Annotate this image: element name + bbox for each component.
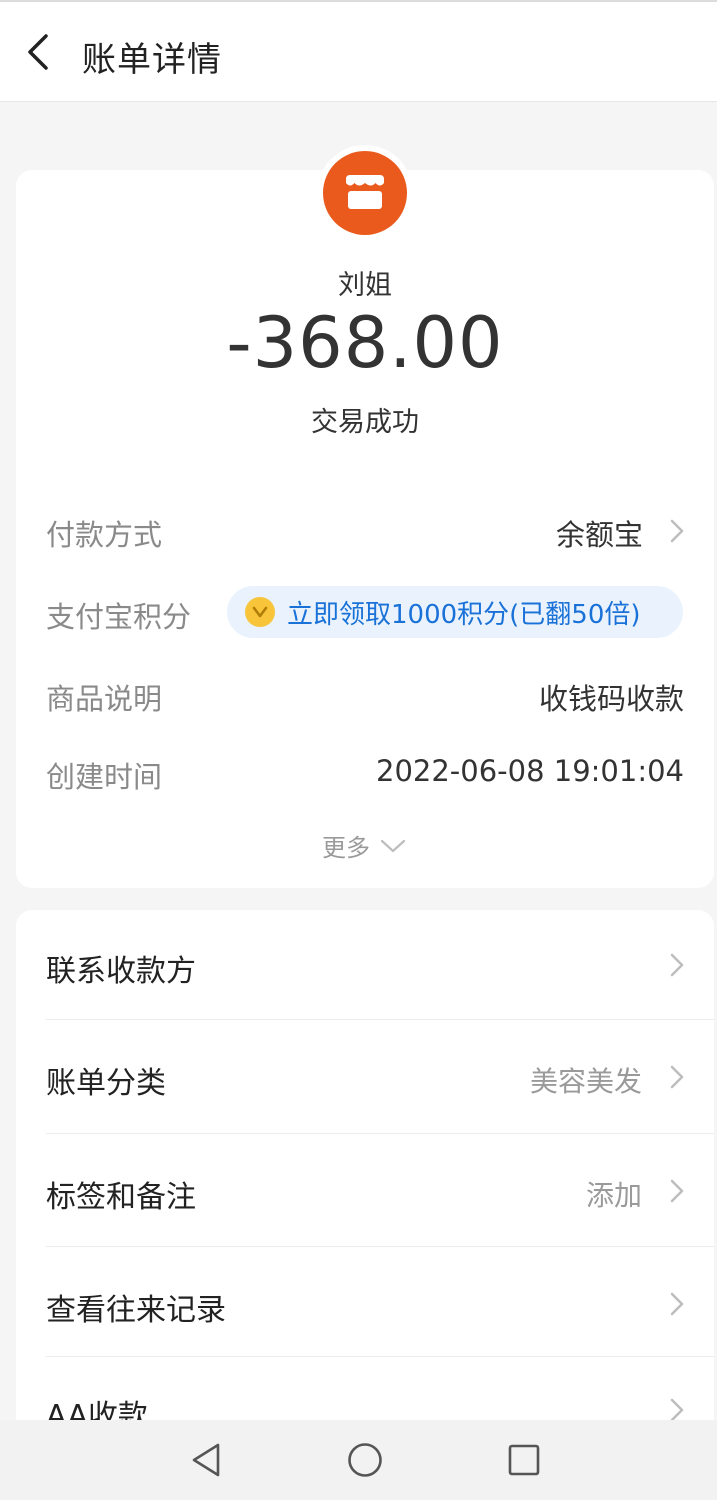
nav-back-button[interactable] <box>184 1438 228 1482</box>
back-button[interactable] <box>14 26 62 78</box>
merchant-avatar <box>323 151 407 235</box>
points-claim-text: 立即领取1000积分(已翻50倍) <box>287 599 641 630</box>
chevron-right-icon[interactable] <box>666 518 688 544</box>
contact-payee-row[interactable]: 联系收款方 <box>16 910 714 1020</box>
action-label: 标签和备注 <box>46 1180 196 1215</box>
chevron-down-icon <box>380 839 406 852</box>
more-toggle[interactable]: 更多 <box>322 828 408 863</box>
created-time-label: 创建时间 <box>46 760 163 794</box>
points-claim-pill[interactable]: 立即领取1000积分(已翻50倍) <box>227 586 683 638</box>
chevron-right-icon <box>670 953 684 977</box>
circle-home-icon <box>348 1443 382 1477</box>
square-recent-icon <box>508 1444 540 1476</box>
bill-category-row[interactable]: 账单分类 美容美发 <box>16 1020 714 1133</box>
action-value: 添加 <box>585 1179 642 1212</box>
action-label: 联系收款方 <box>46 954 196 989</box>
merchant-name: 刘姐 <box>338 270 392 301</box>
page-title: 账单详情 <box>82 40 222 80</box>
product-value: 收钱码收款 <box>538 682 684 716</box>
chevron-left-icon <box>28 34 48 70</box>
more-label: 更多 <box>322 834 370 862</box>
shop-icon <box>346 175 384 209</box>
coin-icon <box>245 597 275 627</box>
transaction-status: 交易成功 <box>311 407 419 438</box>
transaction-amount: -368.00 <box>226 302 504 384</box>
action-label: 账单分类 <box>46 1066 166 1101</box>
triangle-back-icon <box>192 1443 220 1477</box>
payment-method-label: 付款方式 <box>46 518 163 552</box>
chevron-right-icon <box>670 1179 684 1203</box>
points-label: 支付宝积分 <box>46 600 192 634</box>
chevron-right-icon <box>670 1398 684 1420</box>
nav-home-button[interactable] <box>343 1438 387 1482</box>
payment-method-value[interactable]: 余额宝 <box>556 512 643 554</box>
view-history-row[interactable]: 查看往来记录 <box>16 1247 714 1356</box>
action-value: 美容美发 <box>529 1065 642 1098</box>
action-label: AA收款 <box>46 1399 148 1420</box>
nav-recent-button[interactable] <box>502 1438 546 1482</box>
chevron-right-icon <box>670 1065 684 1089</box>
action-label: 查看往来记录 <box>46 1293 226 1328</box>
chevron-right-icon <box>670 1292 684 1316</box>
tags-notes-row[interactable]: 标签和备注 添加 <box>16 1134 714 1246</box>
created-time-value: 2022-06-08 19:01:04 <box>376 754 684 788</box>
product-label: 商品说明 <box>46 682 163 716</box>
aa-collection-row[interactable]: AA收款 <box>16 1357 714 1420</box>
header-bar: 账单详情 <box>0 0 717 102</box>
system-nav-bar <box>0 1420 717 1500</box>
